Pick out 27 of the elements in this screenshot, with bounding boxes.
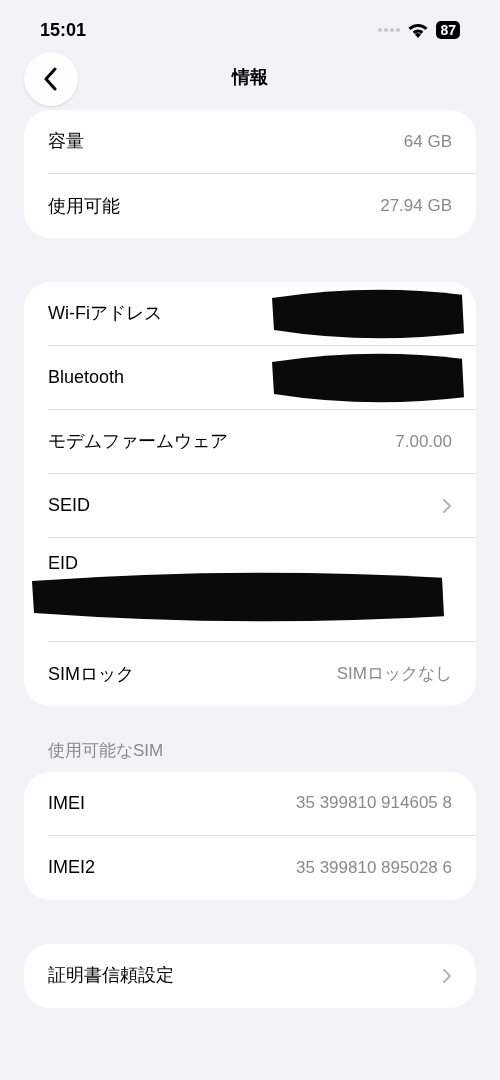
row-value: SIMロックなし (336, 663, 452, 686)
row-label: SIMロック (48, 662, 134, 686)
row-label: 容量 (48, 130, 84, 153)
section-header: 使用可能なSIM (47, 740, 165, 762)
status-time: 15:01 (40, 18, 87, 42)
row-label: IMEI (48, 791, 85, 815)
row-value: 35 399810 895028 6 (296, 856, 452, 879)
row-label: Wi-Fiアドレス (48, 302, 162, 325)
row-label[interactable]: 証明書信頼設定 (48, 962, 174, 989)
row-label: 使用可能 (48, 194, 120, 218)
nav-title: 情報 (232, 65, 268, 89)
row-label: Bluetooth (48, 366, 125, 389)
row-value: 27.94 GB (380, 195, 452, 218)
row-value: 35 399810 914605 8 (296, 792, 452, 815)
row-label: EID (48, 552, 79, 575)
back-button[interactable] (24, 52, 78, 106)
row-value: 7.00.00 (395, 430, 452, 453)
wifi-icon (408, 22, 429, 38)
back-icon (44, 67, 58, 91)
signal-icon (378, 28, 401, 32)
row-label[interactable]: SEID (48, 492, 90, 519)
row-label: モデムファームウェア (48, 430, 228, 453)
chevron-icon (442, 497, 452, 514)
row-label: IMEI2 (48, 856, 95, 879)
row-value: 64 GB (403, 130, 452, 153)
battery-level: 87 (436, 21, 460, 39)
chevron-icon (442, 967, 452, 984)
